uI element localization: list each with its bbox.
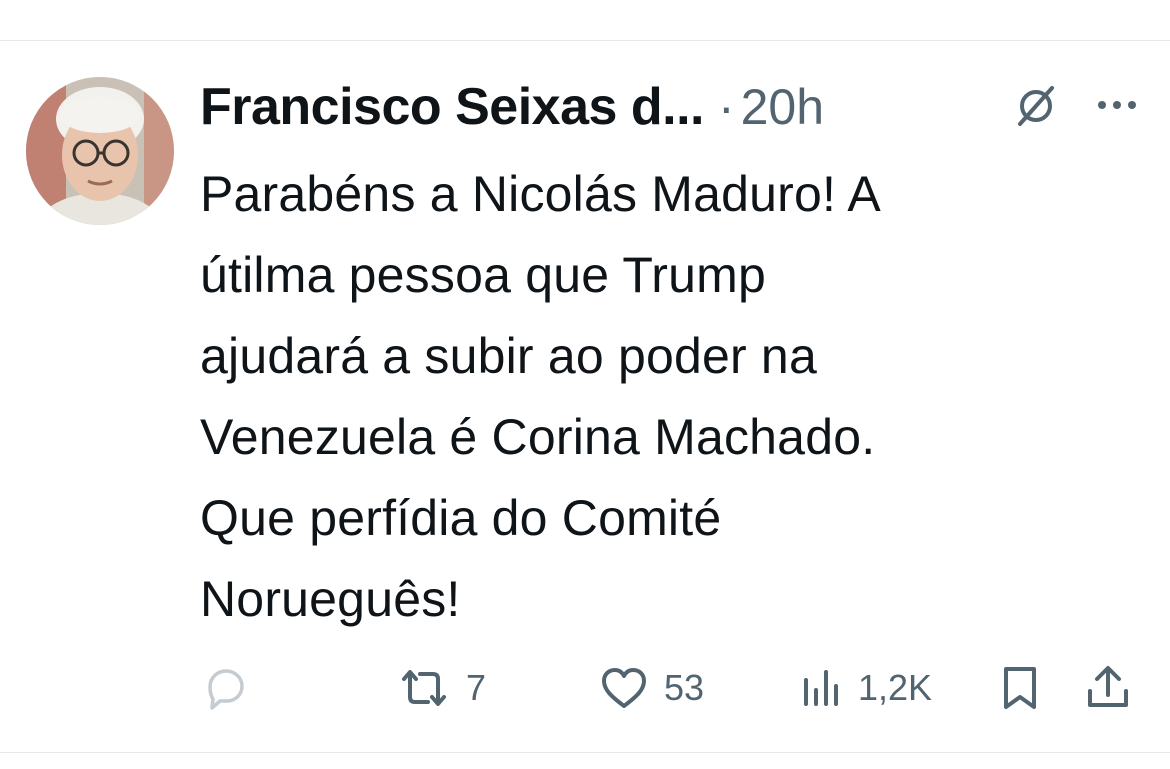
reply-icon bbox=[200, 663, 250, 713]
more-icon[interactable] bbox=[1094, 90, 1140, 120]
grok-icon[interactable] bbox=[1012, 82, 1060, 130]
views-icon bbox=[800, 666, 844, 710]
timestamp[interactable]: 20h bbox=[741, 78, 824, 136]
like-button[interactable]: 53 bbox=[598, 658, 704, 718]
reply-button[interactable] bbox=[200, 658, 250, 718]
share-button[interactable] bbox=[1084, 658, 1132, 718]
share-icon bbox=[1084, 663, 1132, 713]
retweet-count: 7 bbox=[466, 667, 487, 708]
top-divider bbox=[0, 40, 1170, 41]
separator-dot: · bbox=[717, 79, 735, 135]
views-count: 1,2K bbox=[858, 667, 933, 708]
bookmark-icon bbox=[1000, 663, 1040, 713]
avatar[interactable] bbox=[26, 77, 174, 225]
views-button[interactable]: 1,2K bbox=[800, 658, 932, 718]
bookmark-button[interactable] bbox=[1000, 658, 1040, 718]
retweet-button[interactable]: 7 bbox=[396, 658, 486, 718]
tweet-text: Parabéns a Nicolás Maduro! A útilma pess… bbox=[200, 166, 881, 627]
author-name[interactable]: Francisco Seixas d... bbox=[200, 77, 704, 137]
retweet-icon bbox=[396, 663, 452, 713]
action-bar: 7 53 1,2K bbox=[200, 658, 1150, 718]
like-count: 53 bbox=[664, 667, 705, 708]
tweet-header: Francisco Seixas d... · 20h bbox=[200, 72, 1160, 142]
bottom-divider bbox=[0, 752, 1170, 753]
heart-icon bbox=[598, 664, 650, 712]
